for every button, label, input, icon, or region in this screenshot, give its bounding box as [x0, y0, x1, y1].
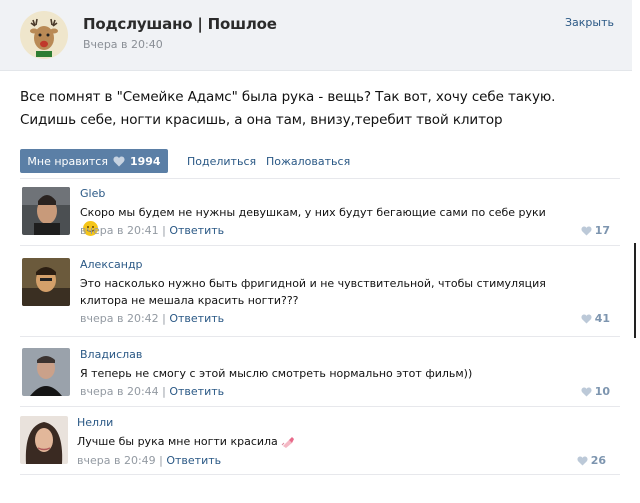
comment-meta: вчера в 20:41 | Ответить [80, 224, 225, 237]
divider [20, 474, 620, 475]
comment-avatar[interactable] [22, 348, 70, 396]
comment-item: Владислав Я теперь не смогу с этой мыслю… [20, 348, 620, 407]
scrollbar[interactable] [634, 243, 636, 338]
comment-like[interactable]: 17 [581, 224, 610, 237]
comment-like[interactable]: 10 [581, 385, 610, 398]
comment-time: вчера в 20:42 [80, 312, 159, 325]
heart-icon [581, 313, 592, 324]
comment-author[interactable]: Александр [80, 258, 143, 271]
post-text-line: Сидишь себе, ногти красишь, а она там, в… [20, 112, 503, 128]
comment-avatar[interactable] [22, 187, 70, 235]
nail-polish-emoji [280, 433, 295, 453]
comment-item: Gleb Скоро мы будем не нужны девушкам, у… [20, 187, 620, 246]
post-header: Подслушано | Пошлое Вчера в 20:40 Закрыт… [0, 0, 632, 71]
report-link[interactable]: Пожаловаться [266, 155, 350, 168]
comment-like-count: 10 [594, 385, 610, 398]
divider [20, 336, 620, 337]
comment-text-content: Лучше бы рука мне ногти красила [77, 435, 278, 448]
comment-meta: вчера в 20:49 | Ответить [77, 454, 222, 467]
comment-time: вчера в 20:44 [80, 385, 159, 398]
heart-icon [581, 386, 592, 397]
heart-icon [577, 455, 588, 466]
comment-meta: вчера в 20:42 | Ответить [80, 312, 225, 325]
divider [20, 245, 620, 246]
comment-text: Это насколько нужно быть фригидной и не … [80, 277, 546, 307]
comment-like-count: 17 [594, 224, 610, 237]
reply-link[interactable]: Ответить [169, 385, 224, 398]
comment-text: Лучше бы рука мне ногти красила [77, 433, 547, 453]
like-count: 1994 [129, 154, 161, 168]
share-link[interactable]: Поделиться [187, 155, 256, 168]
comment-like[interactable]: 41 [581, 312, 610, 325]
comment-author[interactable]: Gleb [80, 187, 105, 200]
post-text: Все помнят в "Семейке Адамс" была рука -… [20, 86, 620, 132]
heart-icon [113, 156, 125, 166]
like-label: Мне нравится [27, 154, 108, 168]
comment-meta: вчера в 20:44 | Ответить [80, 385, 225, 398]
close-link[interactable]: Закрыть [565, 16, 614, 29]
comment-author[interactable]: Владислав [80, 348, 142, 361]
comment-item: Александр Это насколько нужно быть фриги… [20, 258, 620, 337]
comment-author[interactable]: Нелли [77, 416, 113, 429]
comment-like[interactable]: 26 [577, 454, 606, 467]
comment-text-content: Скоро мы будем не нужны девушкам, у них … [80, 206, 546, 219]
like-button[interactable]: Мне нравится 1994 [20, 149, 168, 173]
group-avatar[interactable] [20, 11, 68, 59]
divider [20, 406, 620, 407]
comment-item: Нелли Лучше бы рука мне ногти красила вч… [20, 416, 620, 475]
comment-text: Я теперь не смогу с этой мыслю смотреть … [80, 367, 473, 380]
divider [20, 178, 620, 179]
group-name[interactable]: Подслушано | Пошлое [83, 15, 277, 33]
comment-avatar[interactable] [22, 258, 70, 306]
comment-time: вчера в 20:41 [80, 224, 159, 237]
comment-like-count: 41 [594, 312, 610, 325]
reply-link[interactable]: Ответить [169, 224, 224, 237]
comment-time: вчера в 20:49 [77, 454, 156, 467]
comment-avatar[interactable] [20, 416, 68, 464]
post-time: Вчера в 20:40 [83, 38, 163, 51]
comment-like-count: 26 [590, 454, 606, 467]
reply-link[interactable]: Ответить [169, 312, 224, 325]
reply-link[interactable]: Ответить [166, 454, 221, 467]
post-text-line: Все помнят в "Семейке Адамс" была рука -… [20, 89, 556, 105]
heart-icon [581, 225, 592, 236]
reindeer-avatar [20, 11, 68, 59]
